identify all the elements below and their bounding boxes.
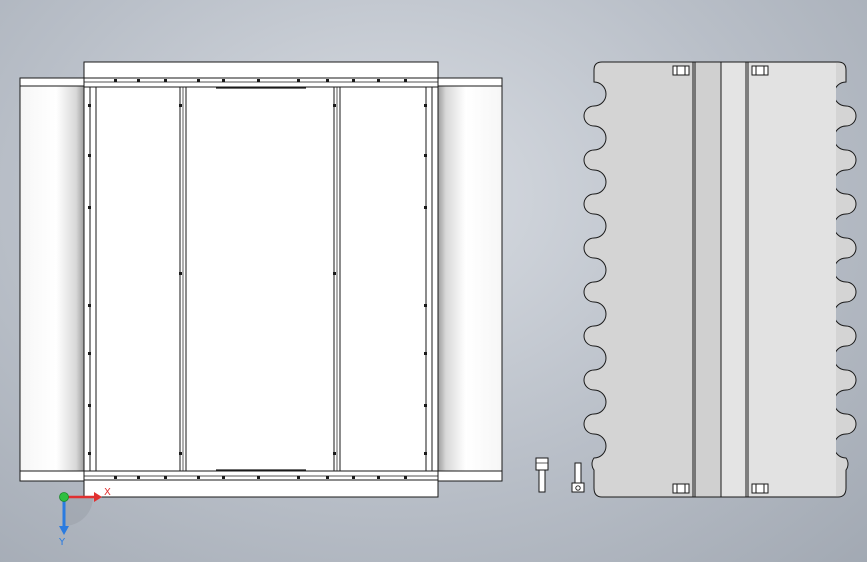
small-part-pin[interactable] — [535, 457, 549, 493]
y-axis-label: Y — [58, 537, 66, 548]
panel-clip-bottom-right — [751, 483, 769, 494]
right-roller[interactable] — [435, 77, 503, 482]
y-axis-arrowhead — [59, 526, 69, 535]
coordinate-triad[interactable]: X Y — [58, 487, 111, 548]
conveyor-assembly[interactable] — [19, 61, 503, 498]
panel-clip-bottom-left — [672, 483, 690, 494]
panel-clip-top-left — [672, 65, 690, 76]
main-frame[interactable] — [83, 61, 439, 498]
x-axis-label: X — [104, 487, 111, 498]
small-part-bolt[interactable] — [571, 462, 585, 493]
cad-drawing: X Y — [19, 61, 857, 548]
wavy-edge-panel[interactable] — [583, 61, 857, 498]
left-roller[interactable] — [19, 77, 87, 482]
cad-viewport[interactable]: X Y — [0, 0, 867, 562]
origin-dot — [59, 492, 69, 502]
panel-clip-top-right — [751, 65, 769, 76]
